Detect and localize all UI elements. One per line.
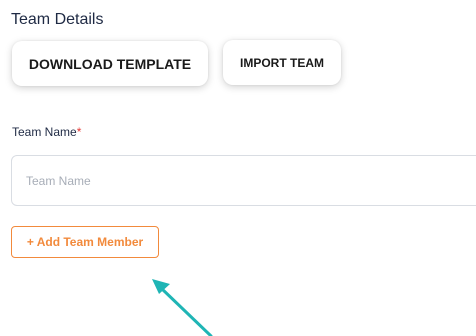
team-details-page: Team Details DOWNLOAD TEMPLATE IMPORT TE… <box>0 0 476 336</box>
pointer-arrow-icon <box>152 279 213 336</box>
